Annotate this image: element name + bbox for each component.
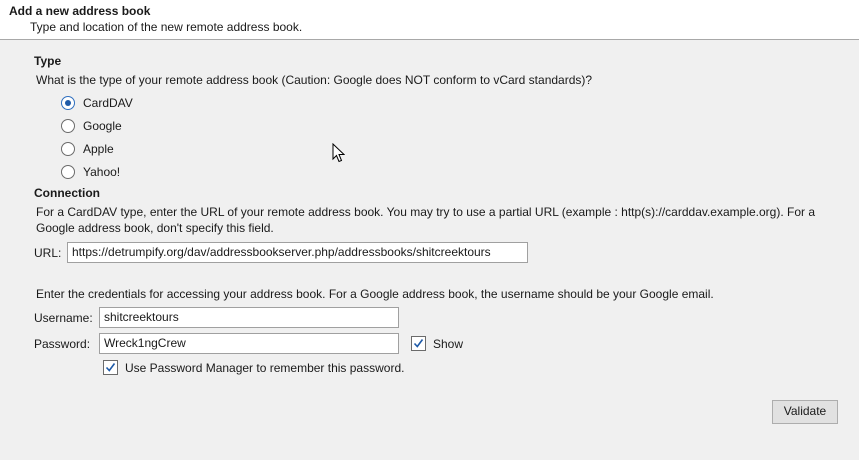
username-input[interactable]: shitcreektours — [99, 307, 399, 328]
radio-apple[interactable] — [61, 142, 75, 156]
checkmark-icon — [413, 339, 424, 348]
radio-yahoo-label[interactable]: Yahoo! — [83, 165, 120, 179]
validate-button[interactable]: Validate — [772, 400, 838, 424]
type-section-title: Type — [34, 54, 62, 68]
connection-section-title: Connection — [34, 186, 100, 200]
radio-google[interactable] — [61, 119, 75, 133]
show-password-checkbox[interactable] — [411, 336, 426, 351]
password-manager-label[interactable]: Use Password Manager to remember this pa… — [125, 361, 404, 375]
radio-yahoo[interactable] — [61, 165, 75, 179]
radio-apple-label[interactable]: Apple — [83, 142, 114, 156]
radio-google-label[interactable]: Google — [83, 119, 122, 133]
credentials-description: Enter the credentials for accessing your… — [36, 287, 714, 301]
wizard-header: Add a new address book Type and location… — [0, 0, 859, 40]
radio-carddav-label[interactable]: CardDAV — [83, 96, 133, 110]
username-label: Username: — [34, 311, 93, 325]
wizard-title: Add a new address book — [9, 4, 151, 18]
mouse-pointer-icon — [332, 143, 345, 163]
wizard-subtitle: Type and location of the new remote addr… — [30, 20, 303, 34]
password-input[interactable]: Wreck1ngCrew — [99, 333, 399, 354]
type-question: What is the type of your remote address … — [36, 73, 593, 87]
connection-description: For a CardDAV type, enter the URL of you… — [36, 205, 816, 235]
radio-carddav[interactable] — [61, 96, 75, 110]
show-password-label[interactable]: Show — [433, 337, 463, 351]
password-label: Password: — [34, 337, 91, 351]
checkmark-icon — [105, 363, 116, 372]
url-label: URL: — [34, 246, 62, 260]
url-input[interactable]: https://detrumpify.org/dav/addressbookse… — [67, 242, 528, 263]
password-manager-checkbox[interactable] — [103, 360, 118, 375]
